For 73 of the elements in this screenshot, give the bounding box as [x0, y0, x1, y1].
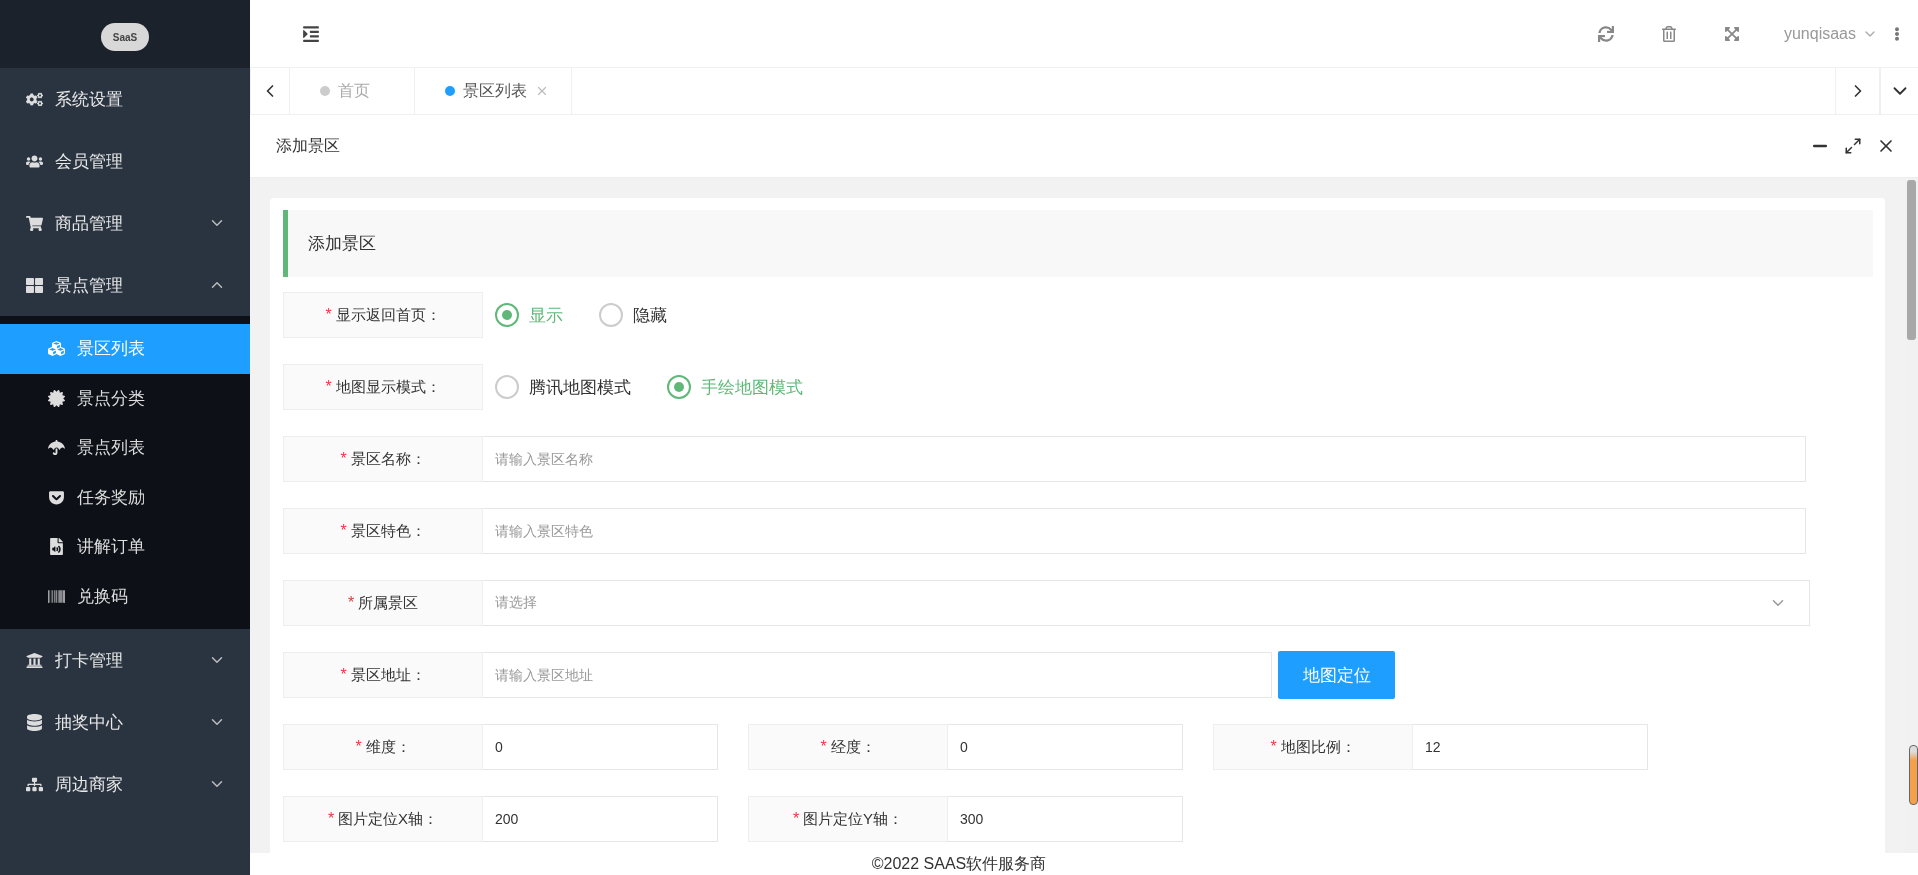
- audio-file-icon: [48, 538, 65, 556]
- sidebar-item[interactable]: 系统设置: [0, 68, 250, 130]
- submenu-item[interactable]: 兑换码: [0, 571, 250, 621]
- required-mark: *: [340, 666, 347, 684]
- field-label: 景区地址：: [350, 665, 426, 685]
- field-label: 景区名称：: [350, 449, 426, 469]
- required-mark: *: [820, 738, 827, 756]
- logo: SaaS: [101, 23, 149, 51]
- sidebar-item[interactable]: 会员管理: [0, 130, 250, 192]
- submenu-item[interactable]: 景点列表: [0, 423, 250, 473]
- number-input[interactable]: 300: [948, 796, 1183, 842]
- sidebar-item[interactable]: 商品管理: [0, 192, 250, 254]
- grid-icon: [26, 276, 43, 294]
- sidebar-item[interactable]: 抽奖中心: [0, 691, 250, 753]
- address-input[interactable]: 请输入景区地址: [483, 652, 1272, 698]
- text-input[interactable]: 请输入景区特色: [483, 508, 1806, 554]
- expand-icon: [1724, 25, 1741, 42]
- submenu-item[interactable]: 景点分类: [0, 373, 250, 423]
- required-mark: *: [327, 810, 335, 828]
- radio-button[interactable]: [495, 375, 519, 399]
- tab-dot-icon: [320, 86, 330, 96]
- field-label: 地图显示模式：: [335, 377, 441, 397]
- radio-option[interactable]: 隐藏: [599, 303, 667, 327]
- pocket-icon: [48, 488, 65, 506]
- field-label: 图片定位Y轴：: [803, 809, 904, 829]
- submenu-item[interactable]: 讲解订单: [0, 522, 250, 572]
- number-input[interactable]: 200: [483, 796, 718, 842]
- radio-button[interactable]: [495, 303, 519, 327]
- number-input[interactable]: 12: [1413, 724, 1648, 770]
- umbrella-icon: [48, 439, 65, 457]
- bank-icon: [26, 651, 43, 669]
- required-mark: *: [340, 522, 347, 540]
- submenu-item[interactable]: 任务奖励: [0, 472, 250, 522]
- required-mark: *: [355, 738, 362, 756]
- sidebar-item[interactable]: 打卡管理: [0, 629, 250, 691]
- required-mark: *: [347, 594, 355, 612]
- field-label: 经度：: [830, 737, 876, 757]
- tab-dot-icon: [445, 86, 455, 96]
- field-label: 维度：: [365, 737, 411, 757]
- cubes-icon: [48, 340, 65, 358]
- radio-button[interactable]: [599, 303, 623, 327]
- footer-text: ©2022 SAAS软件服务商: [871, 853, 1047, 874]
- radio-button[interactable]: [667, 375, 691, 399]
- database-icon: [26, 713, 43, 731]
- sitemap-icon: [26, 775, 43, 793]
- required-mark: *: [325, 306, 332, 324]
- trash-icon: [1661, 25, 1678, 42]
- radio-option[interactable]: 腾讯地图模式: [495, 375, 631, 399]
- text-input[interactable]: 请输入景区名称: [483, 436, 1806, 482]
- panel-title: 添加景区: [276, 135, 341, 156]
- field-label: 图片定位X轴：: [338, 809, 439, 829]
- refresh-icon: [1598, 25, 1615, 42]
- section-title: 添加景区: [283, 210, 1873, 277]
- required-mark: *: [792, 810, 800, 828]
- side-handle[interactable]: [1909, 745, 1918, 805]
- sidebar-item[interactable]: 景点管理: [0, 254, 250, 316]
- field-label: 所属景区: [358, 593, 419, 613]
- badge-icon: [48, 389, 65, 407]
- number-input[interactable]: 0: [948, 724, 1183, 770]
- required-mark: *: [325, 378, 332, 396]
- required-mark: *: [340, 450, 347, 468]
- field-label: 显示返回首页：: [335, 305, 441, 325]
- sidebar-item[interactable]: 周边商家: [0, 753, 250, 815]
- menu-toggle-icon[interactable]: [302, 24, 320, 43]
- field-label: 地图比例：: [1280, 737, 1356, 757]
- number-input[interactable]: 0: [483, 724, 718, 770]
- field-label: 景区特色：: [350, 521, 426, 541]
- maximize-icon[interactable]: [1844, 137, 1862, 155]
- barcode-icon: [48, 587, 65, 605]
- tab[interactable]: 景区列表: [415, 68, 572, 114]
- required-mark: *: [1270, 738, 1277, 756]
- cart-icon: [26, 214, 43, 232]
- gears-icon: [26, 90, 43, 108]
